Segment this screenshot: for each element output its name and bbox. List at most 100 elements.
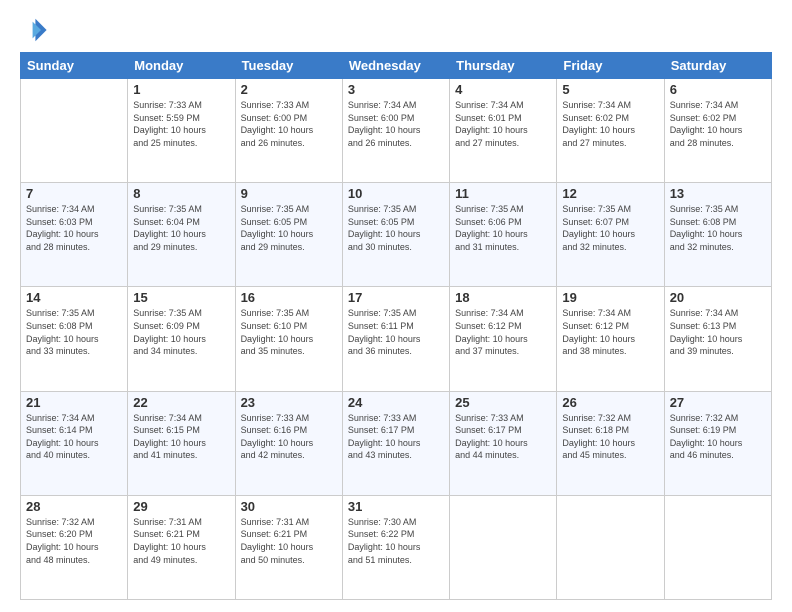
- calendar-cell: 21 Sunrise: 7:34 AM Sunset: 6:14 PM Dayli…: [21, 391, 128, 495]
- day-info: Sunrise: 7:34 AM Sunset: 6:15 PM Dayligh…: [133, 412, 229, 462]
- calendar-cell: 29 Sunrise: 7:31 AM Sunset: 6:21 PM Dayli…: [128, 495, 235, 599]
- calendar-week-row: 21 Sunrise: 7:34 AM Sunset: 6:14 PM Dayli…: [21, 391, 772, 495]
- day-info: Sunrise: 7:33 AM Sunset: 6:00 PM Dayligh…: [241, 99, 337, 149]
- calendar-cell: 1 Sunrise: 7:33 AM Sunset: 5:59 PM Daylig…: [128, 79, 235, 183]
- calendar-day-header: Wednesday: [342, 53, 449, 79]
- calendar-cell: 7 Sunrise: 7:34 AM Sunset: 6:03 PM Daylig…: [21, 183, 128, 287]
- day-info: Sunrise: 7:34 AM Sunset: 6:01 PM Dayligh…: [455, 99, 551, 149]
- day-info: Sunrise: 7:35 AM Sunset: 6:05 PM Dayligh…: [348, 203, 444, 253]
- calendar-table: SundayMondayTuesdayWednesdayThursdayFrid…: [20, 52, 772, 600]
- day-info: Sunrise: 7:32 AM Sunset: 6:20 PM Dayligh…: [26, 516, 122, 566]
- day-number: 31: [348, 499, 444, 514]
- day-number: 27: [670, 395, 766, 410]
- day-number: 24: [348, 395, 444, 410]
- calendar-cell: 25Sunrise: 7:33 AM Sunset: 6:17 PM Dayli…: [450, 391, 557, 495]
- calendar-cell: 20Sunrise: 7:34 AM Sunset: 6:13 PM Dayli…: [664, 287, 771, 391]
- calendar-day-header: Sunday: [21, 53, 128, 79]
- day-info: Sunrise: 7:34 AM Sunset: 6:00 PM Dayligh…: [348, 99, 444, 149]
- header: [20, 16, 772, 44]
- day-number: 5: [562, 82, 658, 97]
- day-info: Sunrise: 7:32 AM Sunset: 6:19 PM Dayligh…: [670, 412, 766, 462]
- calendar-day-header: Monday: [128, 53, 235, 79]
- calendar-cell: 30Sunrise: 7:31 AM Sunset: 6:21 PM Dayli…: [235, 495, 342, 599]
- calendar-cell: 8 Sunrise: 7:35 AM Sunset: 6:04 PM Daylig…: [128, 183, 235, 287]
- page: SundayMondayTuesdayWednesdayThursdayFrid…: [0, 0, 792, 612]
- day-info: Sunrise: 7:35 AM Sunset: 6:10 PM Dayligh…: [241, 307, 337, 357]
- calendar-cell: 18 Sunrise: 7:34 AM Sunset: 6:12 PM Dayli…: [450, 287, 557, 391]
- day-number: 18: [455, 290, 551, 305]
- calendar-header-row: SundayMondayTuesdayWednesdayThursdayFrid…: [21, 53, 772, 79]
- day-info: Sunrise: 7:35 AM Sunset: 6:05 PM Dayligh…: [241, 203, 337, 253]
- day-info: Sunrise: 7:33 AM Sunset: 5:59 PM Dayligh…: [133, 99, 229, 149]
- day-number: 28: [26, 499, 122, 514]
- day-number: 2: [241, 82, 337, 97]
- day-number: 26: [562, 395, 658, 410]
- day-number: 9: [241, 186, 337, 201]
- calendar-cell: 31Sunrise: 7:30 AM Sunset: 6:22 PM Dayli…: [342, 495, 449, 599]
- day-number: 11: [455, 186, 551, 201]
- day-number: 20: [670, 290, 766, 305]
- day-info: Sunrise: 7:34 AM Sunset: 6:03 PM Dayligh…: [26, 203, 122, 253]
- calendar-cell: 4 Sunrise: 7:34 AM Sunset: 6:01 PM Daylig…: [450, 79, 557, 183]
- calendar-cell: 5 Sunrise: 7:34 AM Sunset: 6:02 PM Daylig…: [557, 79, 664, 183]
- day-info: Sunrise: 7:35 AM Sunset: 6:07 PM Dayligh…: [562, 203, 658, 253]
- day-info: Sunrise: 7:34 AM Sunset: 6:14 PM Dayligh…: [26, 412, 122, 462]
- day-number: 29: [133, 499, 229, 514]
- day-info: Sunrise: 7:34 AM Sunset: 6:12 PM Dayligh…: [455, 307, 551, 357]
- calendar-cell: 14Sunrise: 7:35 AM Sunset: 6:08 PM Dayli…: [21, 287, 128, 391]
- day-info: Sunrise: 7:33 AM Sunset: 6:17 PM Dayligh…: [455, 412, 551, 462]
- calendar-cell: 11 Sunrise: 7:35 AM Sunset: 6:06 PM Dayli…: [450, 183, 557, 287]
- day-number: 15: [133, 290, 229, 305]
- day-info: Sunrise: 7:33 AM Sunset: 6:16 PM Dayligh…: [241, 412, 337, 462]
- day-info: Sunrise: 7:35 AM Sunset: 6:11 PM Dayligh…: [348, 307, 444, 357]
- day-number: 10: [348, 186, 444, 201]
- day-info: Sunrise: 7:33 AM Sunset: 6:17 PM Dayligh…: [348, 412, 444, 462]
- calendar-cell: 28 Sunrise: 7:32 AM Sunset: 6:20 PM Dayli…: [21, 495, 128, 599]
- day-number: 21: [26, 395, 122, 410]
- calendar-cell: [450, 495, 557, 599]
- calendar-cell: 19 Sunrise: 7:34 AM Sunset: 6:12 PM Dayli…: [557, 287, 664, 391]
- calendar-cell: 6Sunrise: 7:34 AM Sunset: 6:02 PM Daylig…: [664, 79, 771, 183]
- day-info: Sunrise: 7:32 AM Sunset: 6:18 PM Dayligh…: [562, 412, 658, 462]
- day-number: 1: [133, 82, 229, 97]
- day-number: 19: [562, 290, 658, 305]
- logo: [20, 16, 52, 44]
- day-number: 6: [670, 82, 766, 97]
- calendar-day-header: Saturday: [664, 53, 771, 79]
- day-info: Sunrise: 7:35 AM Sunset: 6:09 PM Dayligh…: [133, 307, 229, 357]
- day-number: 16: [241, 290, 337, 305]
- day-info: Sunrise: 7:35 AM Sunset: 6:04 PM Dayligh…: [133, 203, 229, 253]
- logo-icon: [20, 16, 48, 44]
- calendar-cell: [557, 495, 664, 599]
- calendar-cell: 27 Sunrise: 7:32 AM Sunset: 6:19 PM Dayli…: [664, 391, 771, 495]
- day-info: Sunrise: 7:35 AM Sunset: 6:08 PM Dayligh…: [670, 203, 766, 253]
- calendar-week-row: 7 Sunrise: 7:34 AM Sunset: 6:03 PM Daylig…: [21, 183, 772, 287]
- calendar-week-row: 1 Sunrise: 7:33 AM Sunset: 5:59 PM Daylig…: [21, 79, 772, 183]
- calendar-cell: 3Sunrise: 7:34 AM Sunset: 6:00 PM Daylig…: [342, 79, 449, 183]
- calendar-cell: 23 Sunrise: 7:33 AM Sunset: 6:16 PM Dayli…: [235, 391, 342, 495]
- day-info: Sunrise: 7:34 AM Sunset: 6:12 PM Dayligh…: [562, 307, 658, 357]
- calendar-cell: 26 Sunrise: 7:32 AM Sunset: 6:18 PM Dayli…: [557, 391, 664, 495]
- day-info: Sunrise: 7:31 AM Sunset: 6:21 PM Dayligh…: [133, 516, 229, 566]
- day-number: 23: [241, 395, 337, 410]
- day-number: 22: [133, 395, 229, 410]
- calendar-cell: 13 Sunrise: 7:35 AM Sunset: 6:08 PM Dayli…: [664, 183, 771, 287]
- calendar-week-row: 28 Sunrise: 7:32 AM Sunset: 6:20 PM Dayli…: [21, 495, 772, 599]
- day-number: 4: [455, 82, 551, 97]
- calendar-cell: 10 Sunrise: 7:35 AM Sunset: 6:05 PM Dayli…: [342, 183, 449, 287]
- day-number: 12: [562, 186, 658, 201]
- day-number: 7: [26, 186, 122, 201]
- day-info: Sunrise: 7:34 AM Sunset: 6:02 PM Dayligh…: [562, 99, 658, 149]
- calendar-cell: [21, 79, 128, 183]
- calendar-cell: 24 Sunrise: 7:33 AM Sunset: 6:17 PM Dayli…: [342, 391, 449, 495]
- calendar-cell: 12 Sunrise: 7:35 AM Sunset: 6:07 PM Dayli…: [557, 183, 664, 287]
- day-number: 17: [348, 290, 444, 305]
- calendar-day-header: Thursday: [450, 53, 557, 79]
- day-number: 13: [670, 186, 766, 201]
- day-number: 14: [26, 290, 122, 305]
- calendar-cell: 9 Sunrise: 7:35 AM Sunset: 6:05 PM Daylig…: [235, 183, 342, 287]
- day-number: 8: [133, 186, 229, 201]
- calendar-cell: 17 Sunrise: 7:35 AM Sunset: 6:11 PM Dayli…: [342, 287, 449, 391]
- day-info: Sunrise: 7:35 AM Sunset: 6:06 PM Dayligh…: [455, 203, 551, 253]
- calendar-day-header: Friday: [557, 53, 664, 79]
